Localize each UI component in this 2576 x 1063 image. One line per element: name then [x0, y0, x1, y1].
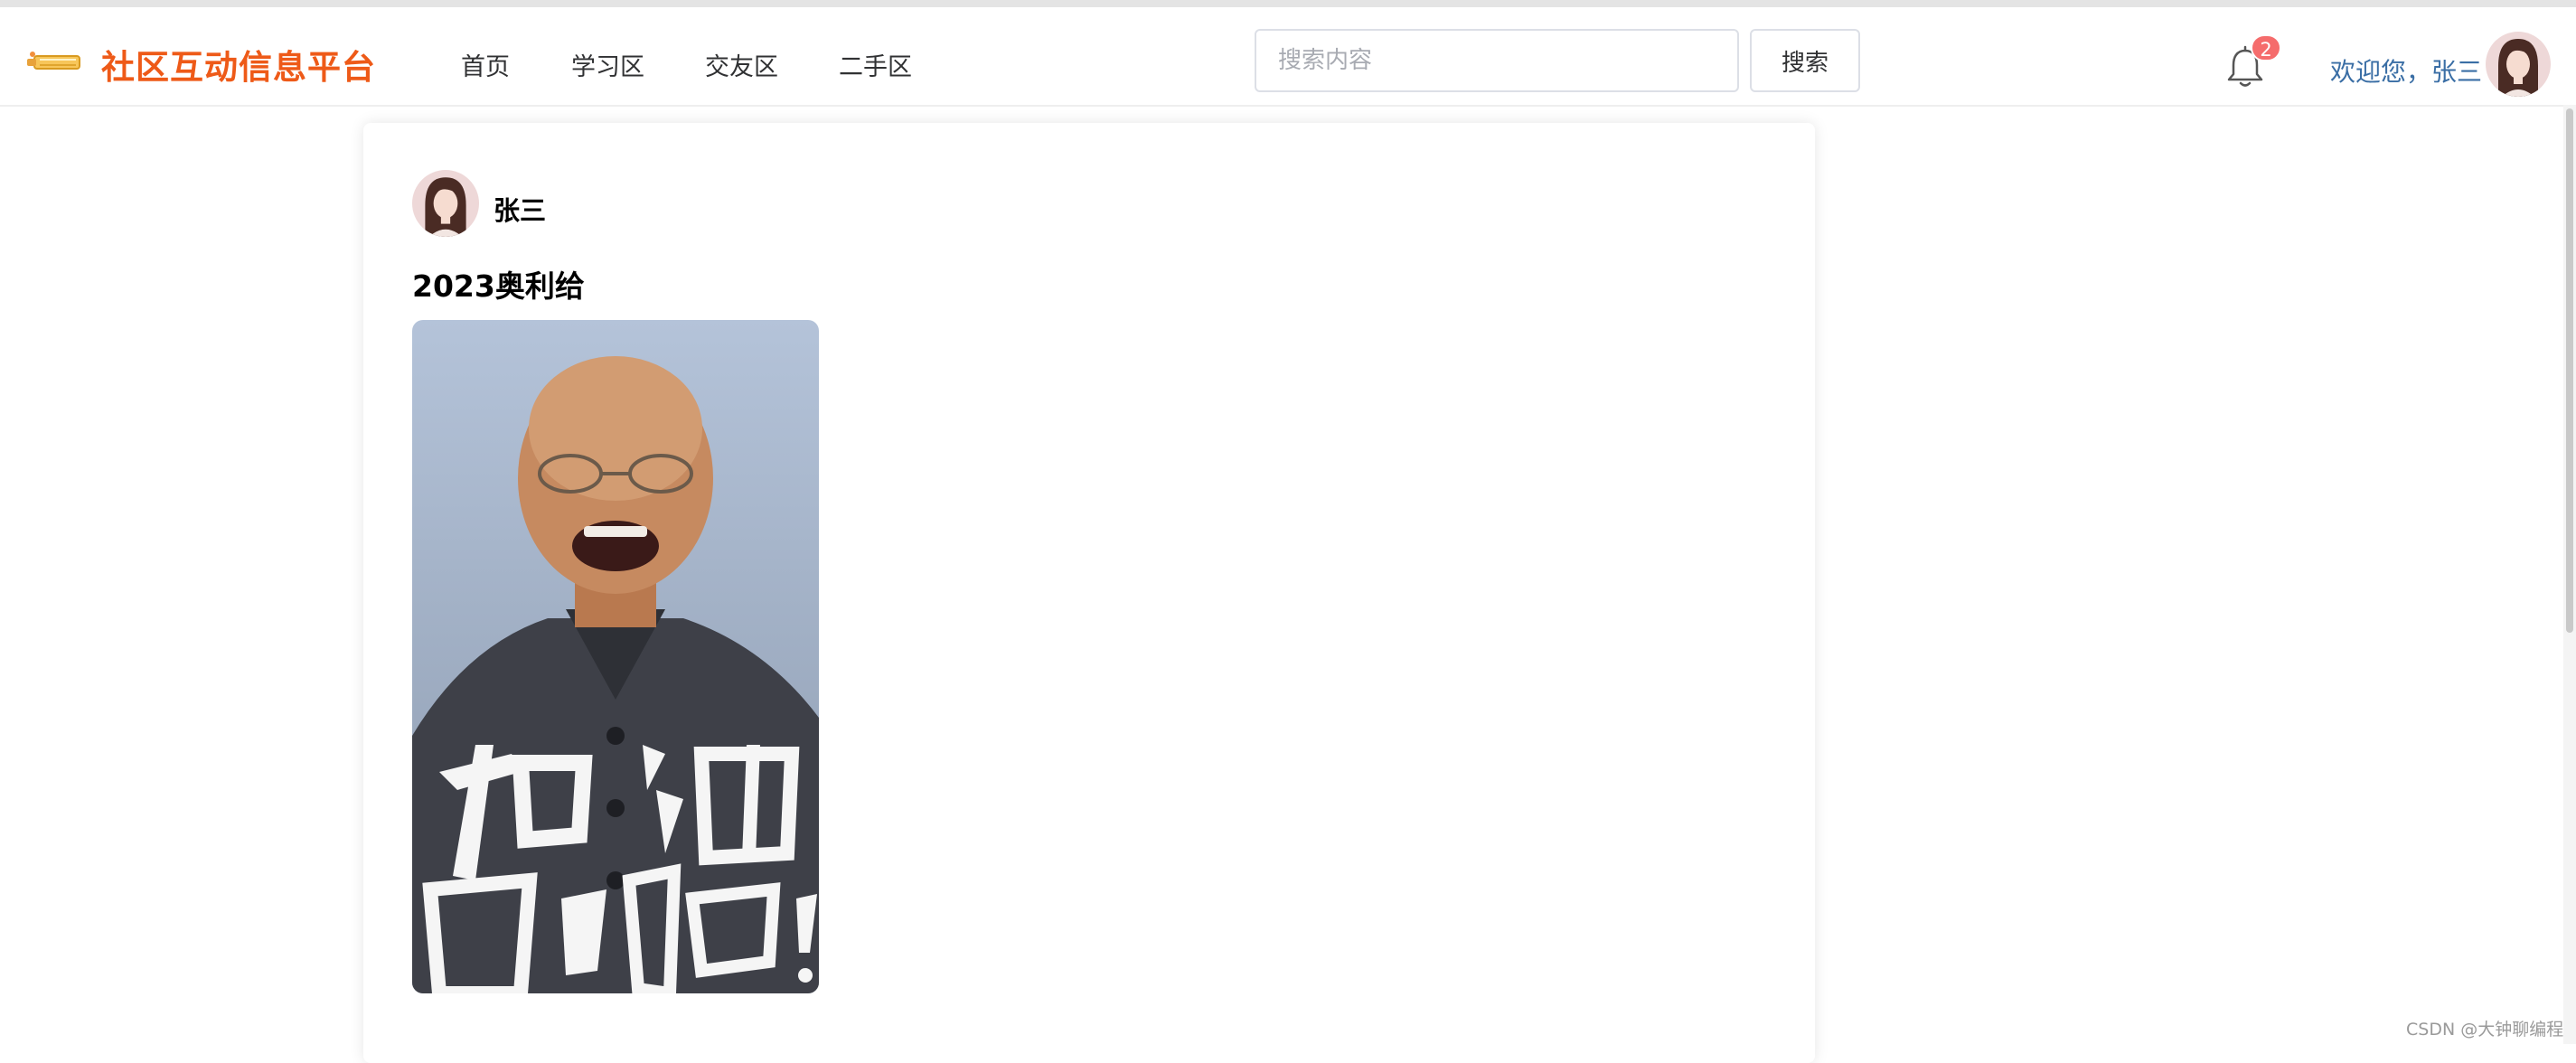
post-title[interactable]: 2023奥利给: [412, 262, 585, 306]
scrollbar-thumb[interactable]: [2566, 108, 2573, 633]
author-name[interactable]: 张三: [494, 190, 546, 228]
search-input[interactable]: [1255, 29, 1739, 92]
watermark: CSDN @大钟聊编程: [2406, 1020, 2564, 1039]
nav-secondhand[interactable]: 二手区: [839, 47, 912, 82]
paintbrush-logo-icon[interactable]: [25, 49, 83, 74]
search-button[interactable]: 搜索: [1750, 29, 1860, 92]
nav-study[interactable]: 学习区: [571, 47, 644, 82]
post-image[interactable]: [412, 320, 819, 993]
nav-friends[interactable]: 交友区: [705, 47, 778, 82]
notification-badge: 2: [2251, 34, 2281, 61]
nav-home[interactable]: 首页: [461, 47, 510, 82]
site-title[interactable]: 社区互动信息平台: [101, 40, 376, 89]
post-card: 张三 2023奥利给: [363, 123, 1815, 1063]
welcome-text[interactable]: 欢迎您，张三: [2330, 52, 2482, 89]
user-avatar[interactable]: [2486, 32, 2551, 97]
top-navbar: 社区互动信息平台 首页 学习区 交友区 二手区 搜索 2 欢迎您，张三: [0, 7, 2576, 107]
author-avatar[interactable]: [412, 170, 479, 237]
top-border: [0, 0, 2576, 7]
